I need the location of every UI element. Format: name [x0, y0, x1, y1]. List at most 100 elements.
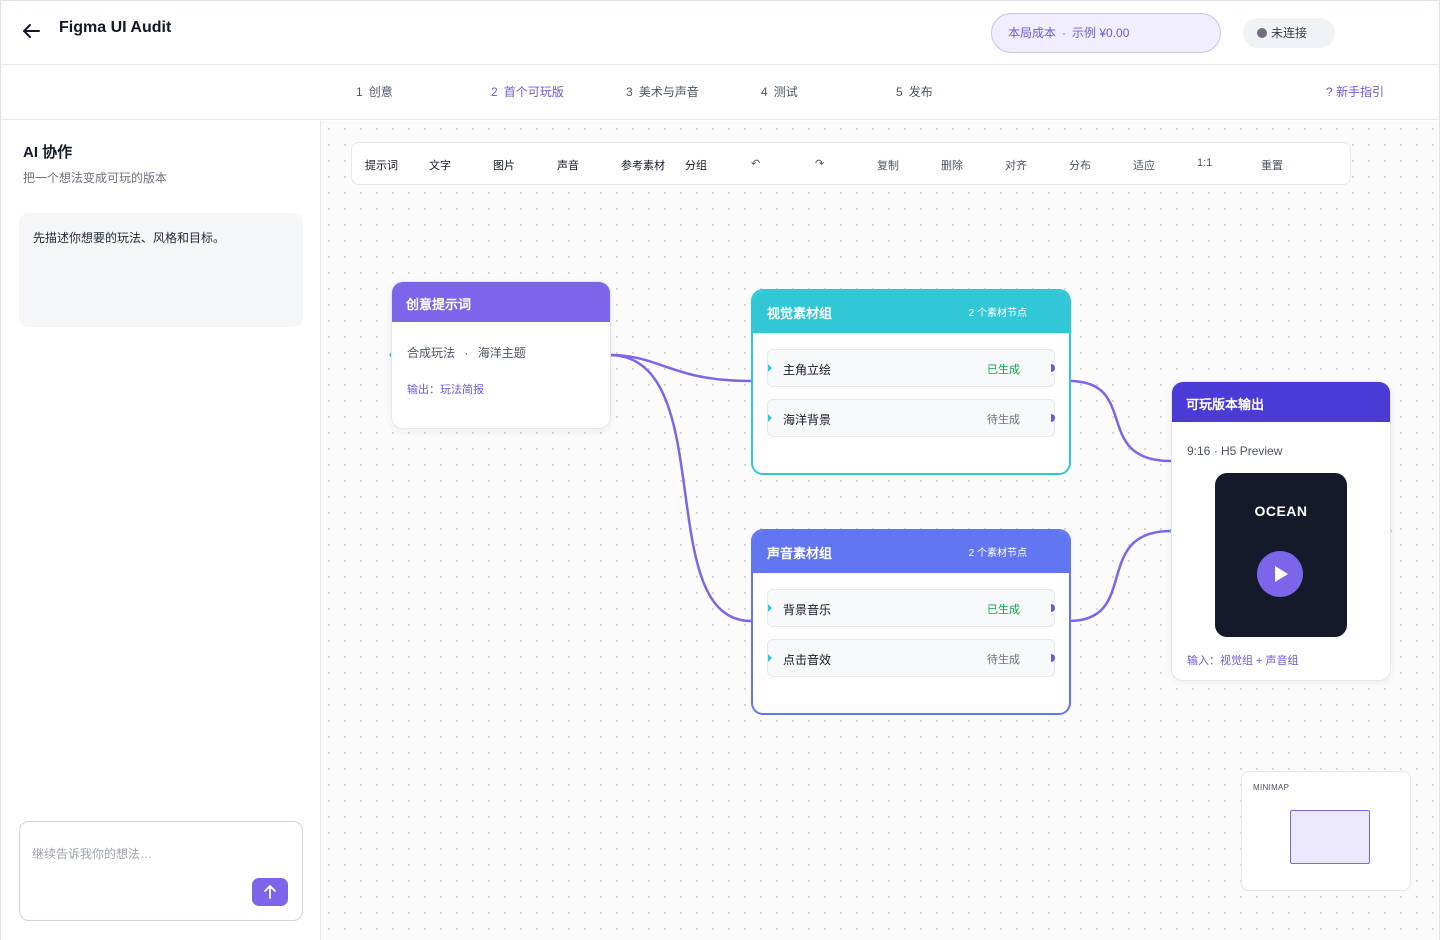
game-preview[interactable]: OCEAN — [1215, 473, 1347, 637]
tool-reference[interactable]: 参考素材 — [621, 157, 665, 173]
prompt-content: 合成玩法 · 海洋主题 — [407, 344, 526, 361]
asset-status: 待生成 — [987, 654, 1020, 666]
panel-title: AI 协作 — [23, 144, 73, 161]
asset-status: 待生成 — [987, 414, 1020, 426]
cost-badge: 本局成本 · 示例 ¥0.00 — [991, 13, 1221, 53]
input-port-icon — [768, 604, 772, 612]
output-node-title: 可玩版本输出 — [1172, 382, 1390, 422]
prompt-separator: · — [464, 346, 469, 360]
undo-icon[interactable]: ↶ — [751, 157, 760, 170]
step-publish[interactable]: 5 发布 — [896, 83, 933, 100]
connection-status-label: 未连接 — [1271, 26, 1308, 40]
tool-prompt[interactable]: 提示词 — [365, 157, 398, 173]
canvas-toolbar: 提示词 文字 图片 声音 参考素材 分组 ↶ ↷ 复制 删除 对齐 分布 适应 … — [351, 142, 1351, 185]
step-number: 4 — [761, 85, 768, 99]
cost-value: 示例 ¥0.00 — [1072, 26, 1130, 40]
step-label: 发布 — [908, 85, 933, 99]
step-label: 首个可玩版 — [503, 85, 564, 99]
cost-separator: · — [1062, 26, 1067, 40]
output-port-icon — [1051, 654, 1055, 662]
step-art-sound[interactable]: 3 美术与声音 — [626, 83, 699, 100]
step-number: 1 — [356, 85, 363, 99]
wire-prompt-to-visual — [608, 353, 752, 383]
asset-name: 海洋背景 — [783, 413, 832, 427]
playable-output-node[interactable]: 可玩版本输出 9:16 · H5 Preview OCEAN 输入：视觉组 + … — [1171, 381, 1391, 681]
tool-image[interactable]: 图片 — [493, 157, 515, 173]
wire-audio-to-output — [1068, 529, 1172, 623]
prompt-theme: 海洋主题 — [477, 346, 526, 360]
step-number: 5 — [896, 85, 903, 99]
assistant-message: 先描述你想要的玩法、风格和目标。 — [19, 213, 303, 327]
asset-name: 主角立绘 — [783, 363, 832, 377]
output-port-icon — [1051, 604, 1055, 612]
prompt-node-title: 创意提示词 — [392, 282, 610, 322]
chat-input[interactable] — [32, 834, 252, 874]
audio-node-title: 声音素材组 — [767, 546, 833, 561]
step-navigation: 1 创意 2 首个可玩版 3 美术与声音 4 测试 5 发布 ? 新手指引 — [1, 66, 1439, 120]
visual-node-header: 视觉素材组 2 个素材节点 — [753, 291, 1069, 333]
step-test[interactable]: 4 测试 — [761, 83, 798, 100]
tool-group[interactable]: 分组 — [685, 157, 707, 173]
input-port-icon — [768, 364, 772, 372]
prompt-node[interactable]: 创意提示词 合成玩法 · 海洋主题 输出：玩法简报 — [391, 281, 611, 429]
asset-status: 已生成 — [987, 364, 1020, 376]
asset-status: 已生成 — [987, 604, 1020, 616]
step-label: 美术与声音 — [638, 85, 699, 99]
wire-prompt-to-audio — [608, 353, 752, 623]
output-port-icon — [1051, 364, 1055, 372]
input-port-icon — [768, 654, 772, 662]
play-icon[interactable] — [1257, 551, 1303, 597]
connection-status-badge[interactable]: 未连接 — [1243, 18, 1335, 48]
tool-align[interactable]: 对齐 — [1005, 157, 1027, 173]
visual-node-title: 视觉素材组 — [767, 306, 833, 321]
redo-icon[interactable]: ↷ — [815, 157, 824, 170]
tool-fit[interactable]: 适应 — [1133, 157, 1155, 173]
chat-composer — [19, 821, 303, 921]
tool-distribute[interactable]: 分布 — [1069, 157, 1091, 173]
minimap[interactable]: MINIMAP — [1241, 771, 1411, 891]
asset-name: 背景音乐 — [783, 603, 832, 617]
tool-actual-size[interactable]: 1:1 — [1197, 157, 1212, 169]
input-port-icon — [768, 414, 772, 422]
prompt-gameplay: 合成玩法 — [407, 346, 456, 360]
step-first-playable[interactable]: 2 首个可玩版 — [491, 83, 564, 100]
tool-delete[interactable]: 删除 — [941, 157, 963, 173]
panel-subtitle: 把一个想法变成可玩的版本 — [23, 171, 168, 185]
send-button[interactable] — [252, 878, 288, 906]
minimap-viewport[interactable] — [1290, 810, 1370, 864]
step-number: 3 — [626, 85, 633, 99]
tool-copy[interactable]: 复制 — [877, 157, 899, 173]
asset-item-background[interactable]: 海洋背景 待生成 — [767, 399, 1055, 437]
cost-label: 本局成本 — [1008, 26, 1057, 40]
tool-sound[interactable]: 声音 — [557, 157, 579, 173]
audio-asset-group-node[interactable]: 声音素材组 2 个素材节点 背景音乐 已生成 点击音效 待生成 — [751, 529, 1071, 715]
arrow-up-icon — [264, 885, 276, 899]
asset-item-character[interactable]: 主角立绘 已生成 — [767, 349, 1055, 387]
minimap-label: MINIMAP — [1253, 783, 1290, 792]
audio-node-header: 声音素材组 2 个素材节点 — [753, 531, 1069, 573]
node-canvas[interactable]: 提示词 文字 图片 声音 参考素材 分组 ↶ ↷ 复制 删除 对齐 分布 适应 … — [321, 121, 1439, 940]
asset-item-bgm[interactable]: 背景音乐 已生成 — [767, 589, 1055, 627]
status-dot-icon — [1257, 28, 1267, 38]
asset-item-click-sfx[interactable]: 点击音效 待生成 — [767, 639, 1055, 677]
step-number: 2 — [491, 85, 498, 99]
step-idea[interactable]: 1 创意 — [356, 83, 393, 100]
beginner-guide-link[interactable]: ? 新手指引 — [1326, 83, 1384, 100]
tool-reset[interactable]: 重置 — [1261, 157, 1283, 173]
asset-name: 点击音效 — [783, 653, 832, 667]
step-label: 创意 — [368, 85, 393, 99]
output-port-icon — [1051, 414, 1055, 422]
output-inputs-label: 输入：视觉组 + 声音组 — [1187, 655, 1299, 667]
tool-text[interactable]: 文字 — [429, 157, 451, 173]
audio-node-count: 2 个素材节点 — [968, 548, 1027, 559]
app-title: Figma UI Audit — [59, 19, 172, 36]
preview-title: OCEAN — [1254, 503, 1308, 519]
app-window: Figma UI Audit 本局成本 · 示例 ¥0.00 未连接 1 创意 2 首个… — [0, 0, 1440, 940]
back-arrow-icon[interactable] — [19, 19, 43, 43]
prompt-output-label: 输出：玩法简报 — [407, 384, 484, 396]
top-header: Figma UI Audit 本局成本 · 示例 ¥0.00 未连接 — [1, 1, 1439, 65]
visual-asset-group-node[interactable]: 视觉素材组 2 个素材节点 主角立绘 已生成 海洋背景 待生成 — [751, 289, 1071, 475]
output-format: 9:16 · H5 Preview — [1187, 444, 1283, 458]
step-label: 测试 — [773, 85, 798, 99]
ai-chat-panel: AI 协作 把一个想法变成可玩的版本 先描述你想要的玩法、风格和目标。 — [1, 121, 321, 940]
